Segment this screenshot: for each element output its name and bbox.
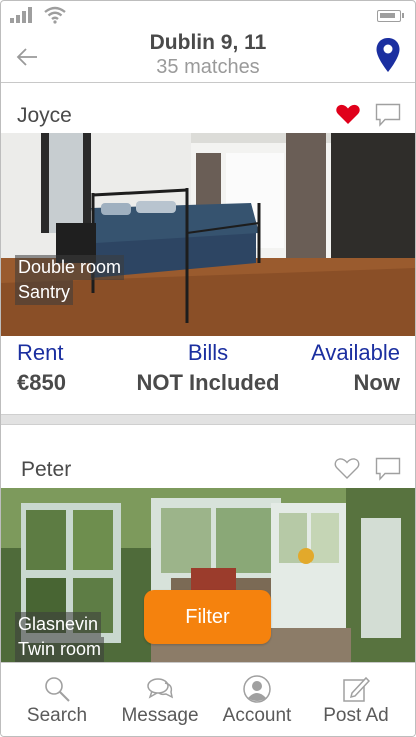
comment-icon[interactable] bbox=[375, 103, 401, 127]
nav-search-label: Search bbox=[26, 705, 88, 726]
message-icon bbox=[147, 678, 174, 699]
available-label: Available bbox=[311, 340, 400, 365]
nav-account[interactable]: Account bbox=[207, 663, 307, 736]
photo-area: Santry bbox=[15, 280, 74, 305]
wifi-icon bbox=[44, 6, 66, 24]
battery-icon bbox=[377, 10, 404, 22]
bedroom-photo bbox=[1, 133, 415, 336]
signal-icon bbox=[10, 7, 34, 23]
nav-account-label: Account bbox=[222, 705, 292, 726]
heart-filled-icon[interactable] bbox=[335, 102, 361, 126]
nav-post-ad-label: Post Ad bbox=[323, 705, 389, 726]
nav-post-ad[interactable]: Post Ad bbox=[306, 663, 406, 736]
status-bar bbox=[1, 1, 415, 31]
listing-price-row: Rent €850 Bills NOT Included Available N… bbox=[1, 338, 415, 402]
header: Dublin 9, 11 35 matches bbox=[1, 31, 415, 83]
account-icon bbox=[243, 675, 271, 703]
post-ad-icon bbox=[343, 676, 370, 702]
nav-search[interactable]: Search bbox=[7, 663, 107, 736]
nav-message-label: Message bbox=[121, 705, 199, 726]
listing-photo[interactable]: Double room Santry bbox=[1, 133, 415, 336]
listing-owner-name: Joyce bbox=[17, 104, 72, 127]
heart-outline-icon[interactable] bbox=[334, 456, 360, 480]
comment-icon[interactable] bbox=[375, 457, 401, 481]
search-icon bbox=[45, 677, 70, 702]
bottom-nav: Search Message Account Post Ad bbox=[1, 662, 415, 736]
photo-room-type: Double room bbox=[15, 255, 125, 280]
available-value: Now bbox=[353, 370, 400, 395]
photo-area: Glasnevin bbox=[15, 612, 102, 637]
location-pin-icon[interactable] bbox=[375, 37, 401, 73]
phone-frame: Dublin 9, 11 35 matches Joyce Double roo… bbox=[0, 0, 416, 737]
page-title: Dublin 9, 11 bbox=[149, 31, 267, 54]
card-divider bbox=[1, 414, 415, 425]
listing-owner-name: Peter bbox=[21, 458, 72, 481]
match-count: 35 matches bbox=[156, 56, 260, 78]
filter-button[interactable]: Filter bbox=[144, 590, 271, 644]
photo-room-type: Twin room bbox=[15, 637, 105, 662]
nav-message[interactable]: Message bbox=[110, 663, 210, 736]
